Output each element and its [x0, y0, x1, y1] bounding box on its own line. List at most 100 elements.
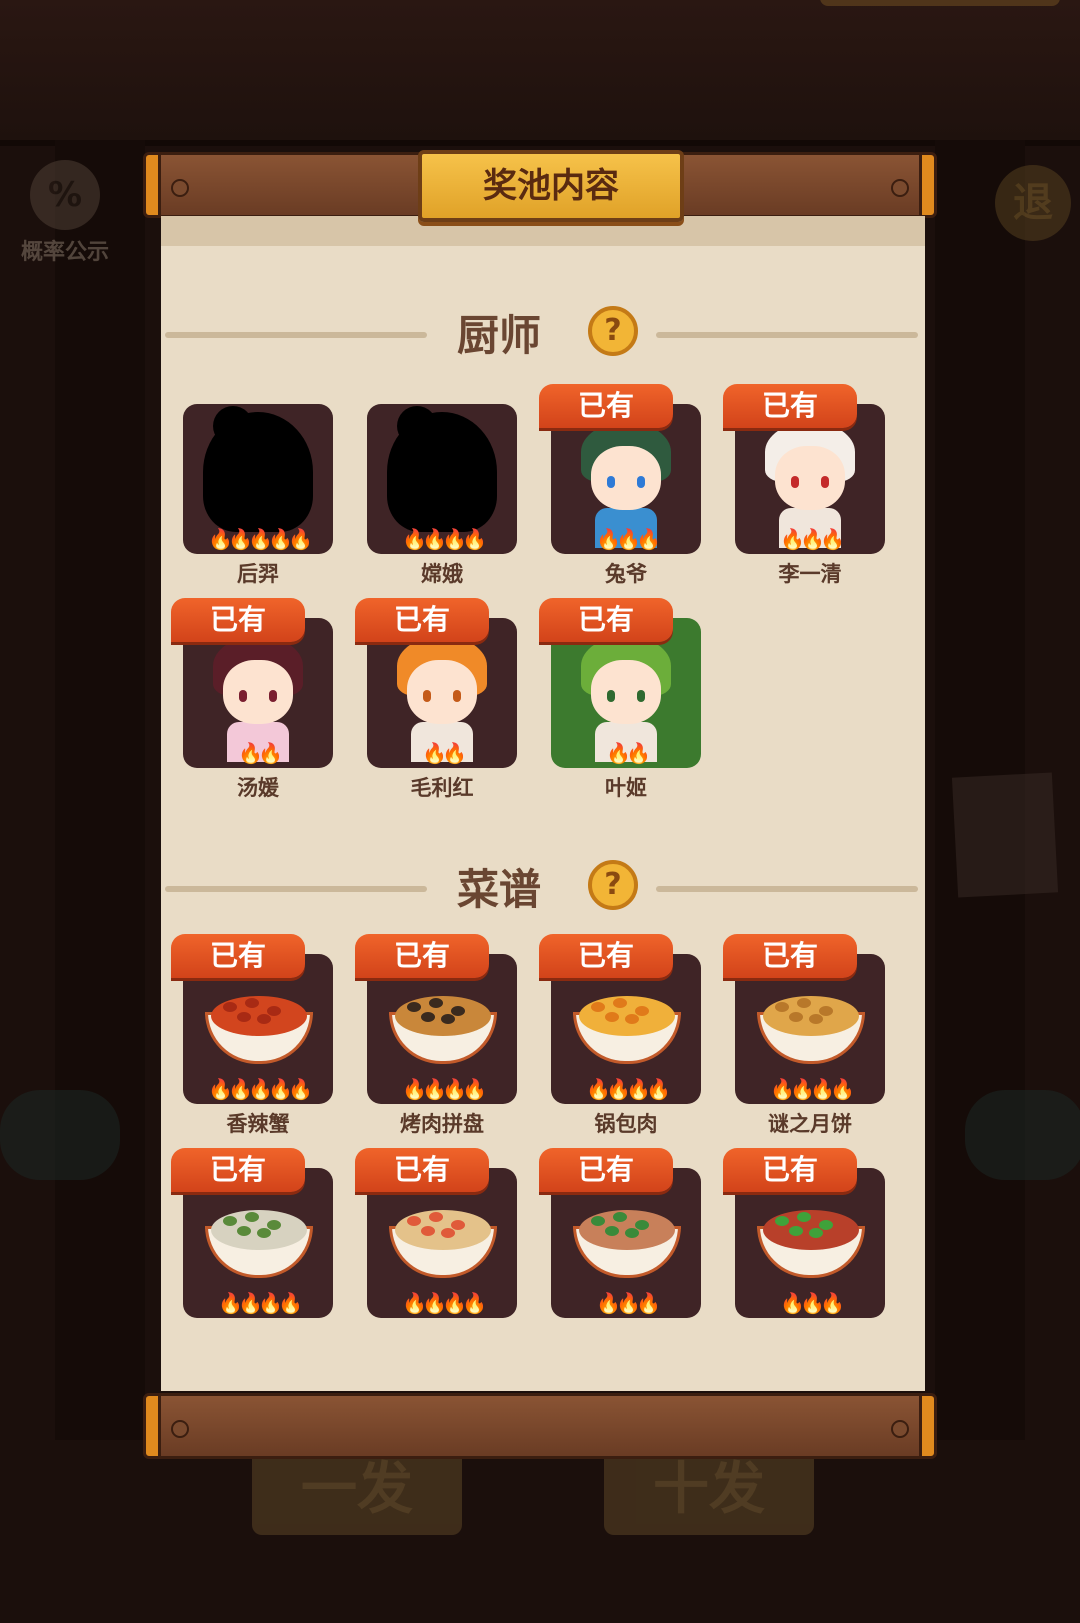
- chef-slot[interactable]: 🔥🔥🔥🔥🔥 后羿: [183, 384, 335, 586]
- flame-icon: 🔥: [422, 1291, 447, 1315]
- probability-label: 概率公示: [20, 240, 109, 265]
- food-garnish: [819, 1006, 833, 1016]
- flame-icon: 🔥: [586, 1077, 611, 1101]
- star-rating: 🔥🔥🔥🔥: [183, 1292, 333, 1314]
- food-garnish: [775, 1216, 789, 1226]
- chef-portrait: 🔥🔥🔥🔥🔥: [183, 404, 333, 554]
- flame-icon: 🔥: [800, 1291, 825, 1315]
- recipe-slot[interactable]: 已有 🔥🔥🔥🔥: [355, 1148, 519, 1348]
- food-garnish: [797, 998, 811, 1008]
- recipe-slot[interactable]: 已有 🔥🔥🔥🔥 烤肉拼盘: [355, 934, 519, 1136]
- chef-slot[interactable]: 已有 🔥🔥🔥 李一清: [723, 384, 887, 586]
- flame-icon: 🔥: [422, 527, 447, 551]
- flame-icon: 🔥: [258, 1291, 283, 1315]
- recipe-slot[interactable]: 已有 🔥🔥🔥🔥🔥 香辣蟹: [171, 934, 335, 1136]
- flame-icon: 🔥: [820, 527, 845, 551]
- nail-icon: [891, 1420, 909, 1438]
- eye: [637, 476, 645, 488]
- star-rating: 🔥🔥🔥: [551, 1292, 701, 1314]
- owned-badge: 已有: [171, 1148, 305, 1192]
- divider: [165, 332, 427, 338]
- eye: [239, 690, 247, 702]
- food-garnish: [613, 1212, 627, 1222]
- exit-button[interactable]: 退: [995, 165, 1071, 241]
- flame-icon: 🔥: [258, 741, 283, 765]
- food-garnish: [451, 1220, 465, 1230]
- owned-badge: 已有: [171, 934, 305, 978]
- chef-slot[interactable]: 已有 🔥🔥 叶姬: [539, 598, 703, 800]
- chef-slot[interactable]: 已有 🔥🔥 汤媛: [171, 598, 335, 800]
- nail-icon: [891, 179, 909, 197]
- star-rating: 🔥🔥🔥: [735, 528, 885, 550]
- star-rating: 🔥🔥: [367, 742, 517, 764]
- owned-badge: 已有: [355, 1148, 489, 1192]
- flame-icon: 🔥: [616, 527, 641, 551]
- food-garnish: [451, 1006, 465, 1016]
- nail-icon: [171, 1420, 189, 1438]
- chef-name: 汤媛: [237, 776, 279, 800]
- recipe-slot[interactable]: 已有 🔥🔥🔥: [723, 1148, 887, 1348]
- chef-name: 李一清: [778, 562, 842, 586]
- flame-icon: 🔥: [462, 527, 487, 551]
- flame-icon: 🔥: [606, 741, 631, 765]
- recipe-slot[interactable]: 已有 🔥🔥🔥🔥: [171, 1148, 335, 1348]
- probability-disclosure-button[interactable]: % 概率公示: [10, 160, 120, 266]
- food-garnish: [245, 1212, 259, 1222]
- flame-icon: 🔥: [780, 1291, 805, 1315]
- chef-slot[interactable]: 已有 🔥🔥 毛利红: [355, 598, 519, 800]
- eye: [791, 476, 799, 488]
- top-resource-bar: [820, 0, 1060, 6]
- recipe-slot[interactable]: 已有 🔥🔥🔥🔥 谜之月饼: [723, 934, 887, 1136]
- flame-icon: 🔥: [636, 1291, 661, 1315]
- food-garnish: [775, 1002, 789, 1012]
- star-rating: 🔥🔥🔥🔥: [735, 1078, 885, 1100]
- eye: [821, 476, 829, 488]
- flame-icon: 🔥: [238, 1291, 263, 1315]
- owned-badge: 已有: [539, 1148, 673, 1192]
- food-garnish: [613, 998, 627, 1008]
- food-garnish: [267, 1220, 281, 1230]
- chef-name: 兔爷: [605, 562, 647, 586]
- chef-slot[interactable]: 🔥🔥🔥🔥 嫦娥: [367, 384, 519, 586]
- flame-icon: 🔥: [248, 1077, 273, 1101]
- percent-gear-icon: %: [30, 160, 100, 230]
- food-garnish: [797, 1212, 811, 1222]
- silhouette: [213, 406, 253, 446]
- question-icon[interactable]: ?: [588, 860, 638, 910]
- food-garnish: [441, 1228, 455, 1238]
- left-side-button: [0, 1090, 120, 1180]
- flame-icon: 🔥: [790, 1077, 815, 1101]
- owned-badge: 已有: [723, 384, 857, 428]
- flame-icon: 🔥: [402, 1291, 427, 1315]
- food-garnish: [591, 1002, 605, 1012]
- recipe-name: 锅包肉: [594, 1112, 658, 1136]
- eye: [269, 690, 277, 702]
- food-garnish: [245, 998, 259, 1008]
- chefs-section-title: 厨师: [457, 311, 542, 360]
- flame-icon: 🔥: [278, 1291, 303, 1315]
- flame-icon: 🔥: [208, 1077, 233, 1101]
- divider: [656, 886, 918, 892]
- eye: [637, 690, 645, 702]
- food-garnish: [441, 1014, 455, 1024]
- recipe-slot[interactable]: 已有 🔥🔥🔥🔥 锅包肉: [539, 934, 703, 1136]
- flame-icon: 🔥: [820, 1291, 845, 1315]
- divider: [165, 886, 427, 892]
- flame-icon: 🔥: [442, 1077, 467, 1101]
- food-garnish: [429, 1212, 443, 1222]
- recipe-slot[interactable]: 已有 🔥🔥🔥: [539, 1148, 703, 1348]
- rod-cap-left: [143, 1393, 161, 1459]
- flame-icon: 🔥: [462, 1077, 487, 1101]
- food-garnish: [819, 1220, 833, 1230]
- question-icon[interactable]: ?: [588, 306, 638, 356]
- flame-icon: 🔥: [402, 1077, 427, 1101]
- food-garnish: [257, 1228, 271, 1238]
- flame-icon: 🔥: [442, 1291, 467, 1315]
- eye: [607, 690, 615, 702]
- chefs-section-header: 厨师 ?: [161, 298, 925, 368]
- background-card: [951, 772, 1059, 898]
- owned-badge: 已有: [539, 598, 673, 642]
- chef-portrait: 🔥🔥🔥🔥: [367, 404, 517, 554]
- star-rating: 🔥🔥🔥🔥: [367, 1292, 517, 1314]
- chef-slot[interactable]: 已有 🔥🔥🔥 兔爷: [539, 384, 703, 586]
